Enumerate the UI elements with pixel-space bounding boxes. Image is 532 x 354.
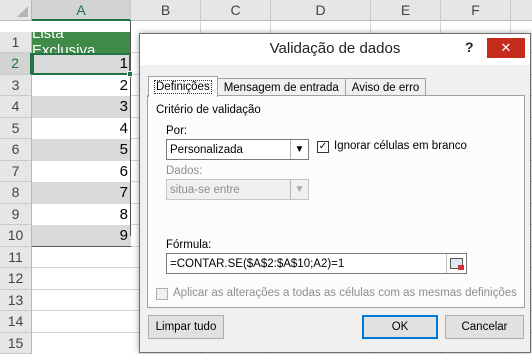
dialog-tabs: Definições Mensagem de entrada Aviso de … [148, 76, 427, 97]
cell-a4[interactable]: 3 [32, 96, 131, 118]
dialog-titlebar[interactable]: Validação de dados ? ✕ [140, 34, 530, 65]
ignore-blank-label[interactable]: Ignorar células em branco [334, 140, 467, 152]
cell-a5[interactable]: 4 [32, 117, 131, 139]
column-header-b[interactable]: B [131, 0, 201, 21]
settings-panel: Critério de validação Por: Personalizada… [147, 95, 525, 308]
select-all-icon [17, 6, 28, 17]
formula-value: =CONTAR.SE($A$2:$A$10;A2)=1 [170, 257, 345, 270]
collapse-dialog-icon [450, 258, 464, 270]
tab-label: Mensagem de entrada [223, 82, 339, 94]
formula-label: Fórmula: [166, 239, 212, 251]
help-button[interactable]: ? [465, 39, 474, 55]
tab-definicoes[interactable]: Definições [148, 76, 218, 97]
row-header-11[interactable]: 11 [0, 246, 32, 268]
column-header-e[interactable]: E [371, 0, 441, 21]
ignore-blank-checkbox[interactable]: ✓ [317, 141, 329, 153]
cell-a9[interactable]: 8 [32, 203, 131, 225]
column-header-d[interactable]: D [271, 0, 371, 21]
ok-button[interactable]: OK [362, 315, 438, 339]
row-header-8[interactable]: 8 [0, 182, 32, 204]
row-header-5[interactable]: 5 [0, 117, 32, 139]
row-header-7[interactable]: 7 [0, 160, 32, 182]
cell-a6[interactable]: 5 [32, 139, 131, 161]
clear-all-button[interactable]: Limpar tudo [148, 315, 224, 339]
tab-label: Aviso de erro [351, 82, 420, 94]
tab-label: Definições [154, 80, 212, 94]
column-header-a[interactable]: A [32, 0, 131, 21]
cell-a3[interactable]: 2 [32, 74, 131, 96]
row-header-10[interactable]: 10 [0, 225, 32, 247]
column-header-c[interactable]: C [201, 0, 271, 21]
cell-a7[interactable]: 6 [32, 160, 131, 182]
cancel-button[interactable]: Cancelar [445, 315, 524, 339]
chevron-down-icon[interactable]: ▼ [290, 180, 308, 199]
close-button[interactable]: ✕ [487, 38, 525, 58]
formula-input[interactable]: =CONTAR.SE($A$2:$A$10;A2)=1 [166, 253, 467, 274]
apply-all-checkbox[interactable] [156, 288, 168, 300]
row-header-12[interactable]: 12 [0, 268, 32, 290]
row-header-2[interactable]: 2 [0, 53, 32, 75]
allow-select[interactable]: Personalizada ▼ [166, 139, 309, 160]
column-header-g[interactable] [511, 0, 532, 21]
chevron-down-icon[interactable]: ▼ [290, 140, 308, 159]
data-label: Dados: [166, 165, 203, 177]
row-header-1[interactable]: 1 [0, 31, 32, 53]
apply-all-label[interactable]: Aplicar as alterações a todas as células… [173, 287, 517, 299]
row-header-4[interactable]: 4 [0, 96, 32, 118]
row-header-6[interactable]: 6 [0, 139, 32, 161]
data-validation-dialog: Validação de dados ? ✕ Definições Mensag… [139, 33, 531, 353]
fill-handle[interactable] [127, 71, 133, 77]
row-header-15[interactable]: 15 [0, 332, 32, 354]
select-all-corner[interactable] [0, 0, 32, 21]
row-header-3[interactable]: 3 [0, 74, 32, 96]
row-header-9[interactable]: 9 [0, 203, 32, 225]
collapse-dialog-button[interactable] [446, 254, 466, 273]
allow-label: Por: [166, 125, 188, 137]
row-header-13[interactable]: 13 [0, 289, 32, 311]
close-icon: ✕ [500, 40, 512, 56]
table-right-border [130, 21, 131, 236]
data-select-value: situa-se entre [170, 183, 240, 196]
validation-criteria-title: Critério de validação [156, 104, 261, 116]
cell-a8[interactable]: 7 [32, 182, 131, 204]
row-header-14[interactable]: 14 [0, 311, 32, 333]
column-header-f[interactable]: F [441, 0, 511, 21]
data-select[interactable]: situa-se entre ▼ [166, 179, 309, 200]
cell-a1-header[interactable]: Lista Exclusiva [32, 25, 131, 59]
cell-a2[interactable]: 1 [32, 53, 131, 75]
cell-a10[interactable]: 9 [32, 225, 131, 247]
allow-select-value: Personalizada [170, 143, 243, 156]
